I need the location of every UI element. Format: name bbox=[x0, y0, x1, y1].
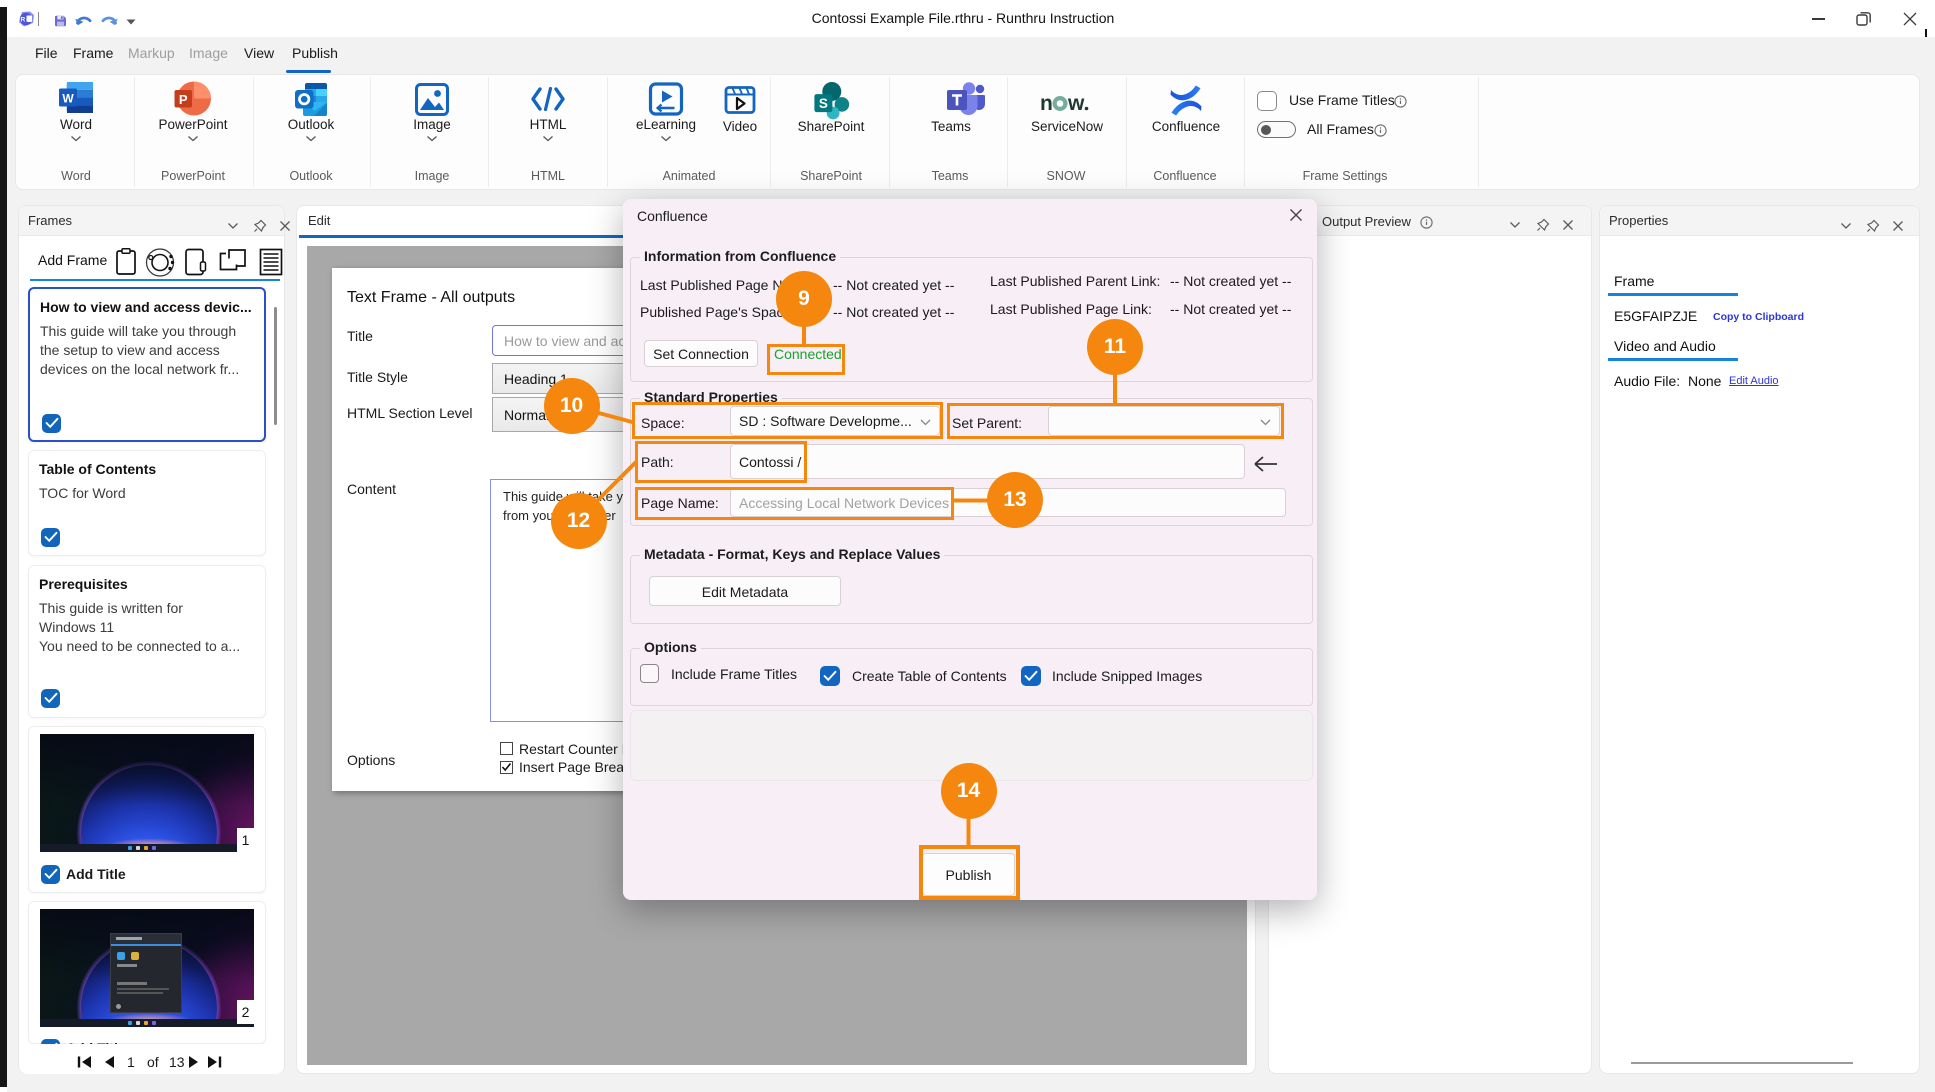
svg-text:R: R bbox=[20, 17, 25, 24]
svg-text:S: S bbox=[819, 96, 828, 111]
svg-text:P: P bbox=[179, 92, 188, 107]
svg-text:n: n bbox=[1040, 92, 1052, 115]
svg-text:W: W bbox=[62, 92, 74, 106]
svg-text:w: w bbox=[1067, 92, 1085, 115]
